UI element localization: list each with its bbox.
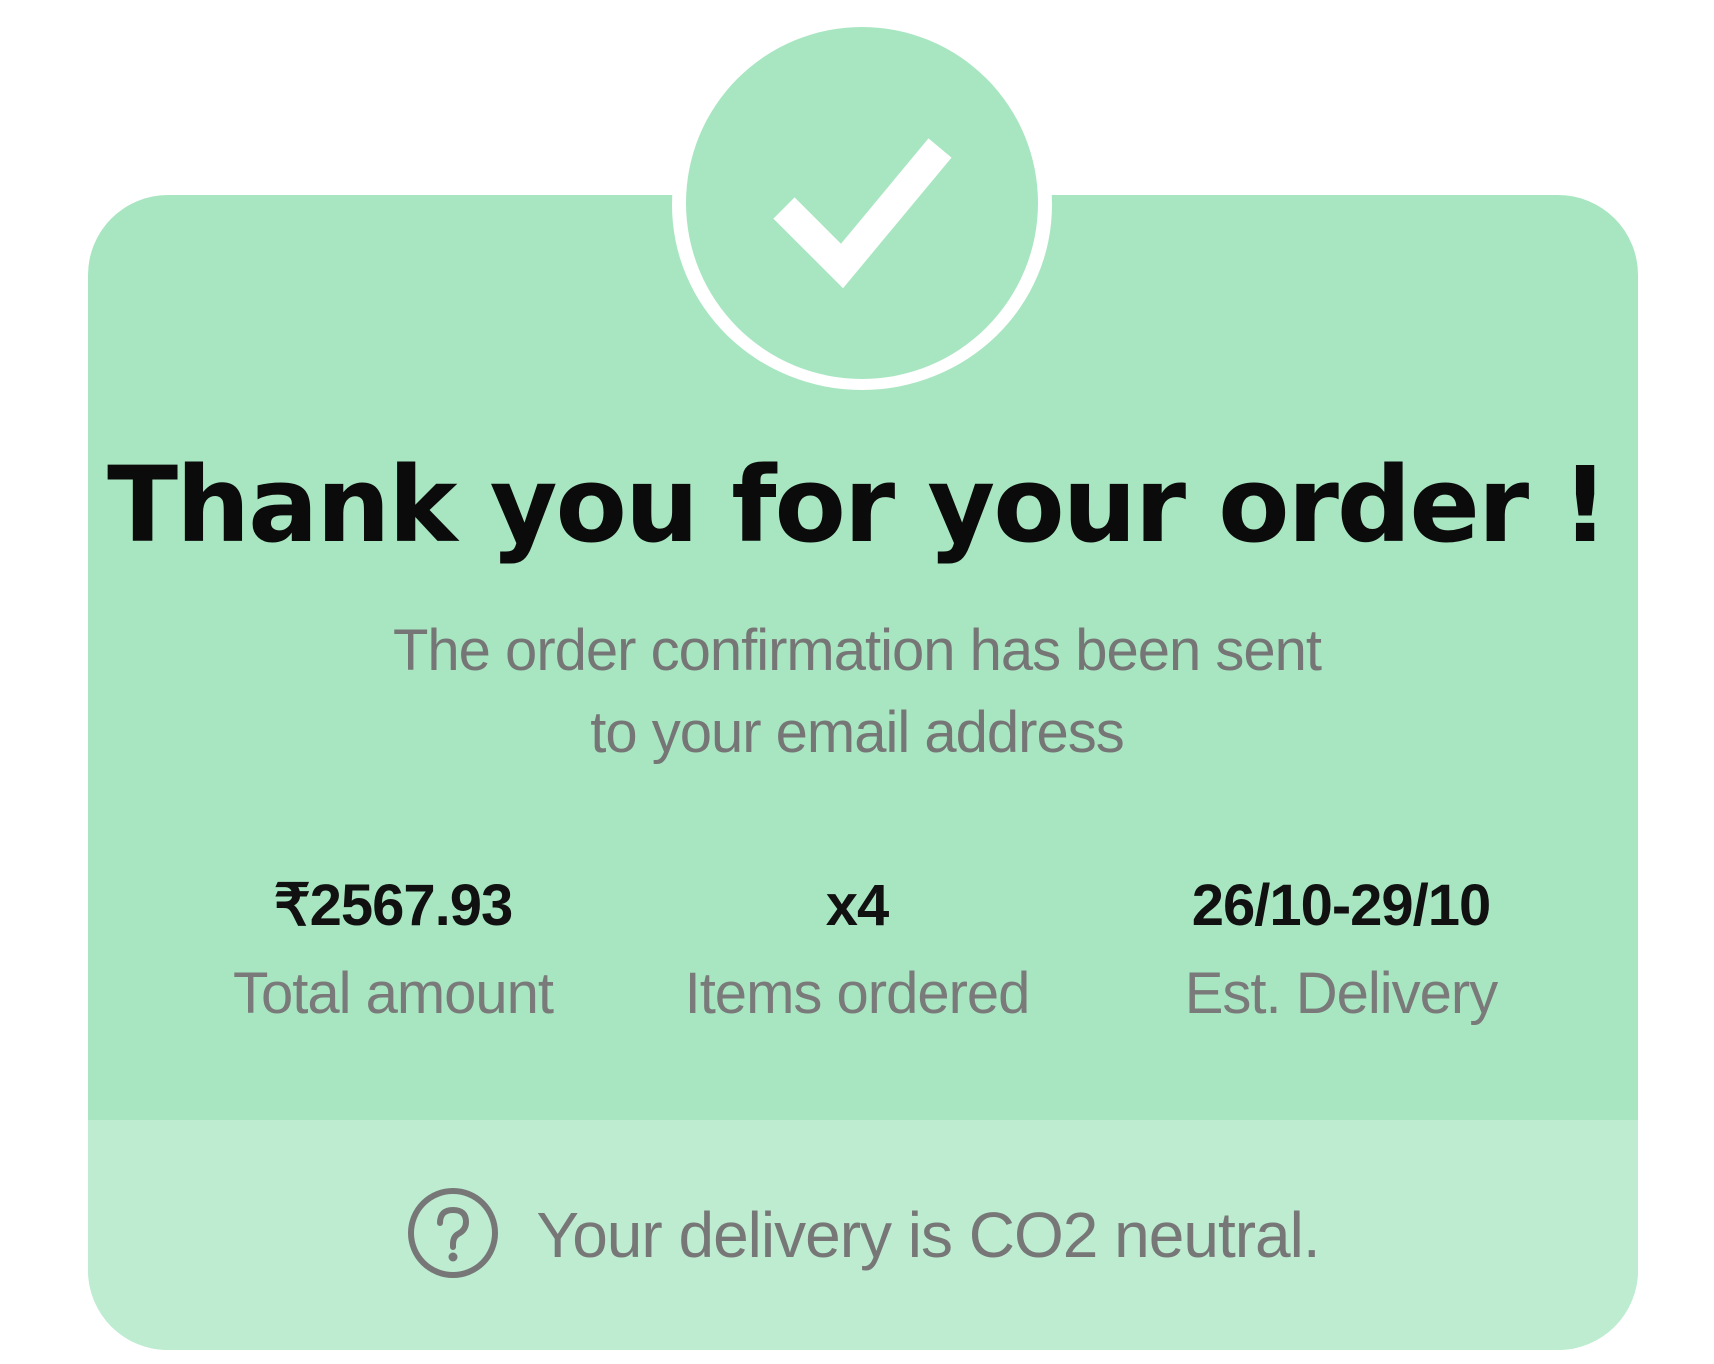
stat-total-amount: ₹2567.93 Total amount: [183, 870, 603, 1030]
total-amount-label: Total amount: [232, 961, 554, 1026]
confirmation-message-line-1: The order confirmation has been sent: [393, 618, 1322, 683]
order-summary: ₹2567.93 Total amount x4 Items ordered 2…: [0, 870, 1714, 1040]
success-badge: [686, 27, 1038, 379]
stat-est-delivery: 26/10-29/10 Est. Delivery: [1131, 870, 1551, 1030]
est-delivery-label: Est. Delivery: [1184, 961, 1499, 1026]
est-delivery-value: 26/10-29/10: [1191, 873, 1492, 938]
items-ordered-value: x4: [825, 873, 890, 938]
confirmation-message: The order confirmation has been sent to …: [0, 610, 1714, 774]
checkmark-icon: [773, 138, 952, 288]
stat-items-ordered: x4 Items ordered: [647, 870, 1067, 1030]
co2-notice: Your delivery is CO2 neutral.: [88, 1120, 1638, 1350]
confirmation-message-line-2: to your email address: [590, 700, 1124, 765]
page-title: Thank you for your order !: [107, 444, 1609, 566]
order-confirmation-screen: Your delivery is CO2 neutral. Thank you …: [0, 0, 1714, 1364]
items-ordered-label: Items ordered: [684, 961, 1031, 1026]
total-amount-value: ₹2567.93: [273, 873, 514, 938]
question-circle-icon[interactable]: [406, 1186, 500, 1285]
co2-notice-text: Your delivery is CO2 neutral.: [536, 1199, 1320, 1271]
